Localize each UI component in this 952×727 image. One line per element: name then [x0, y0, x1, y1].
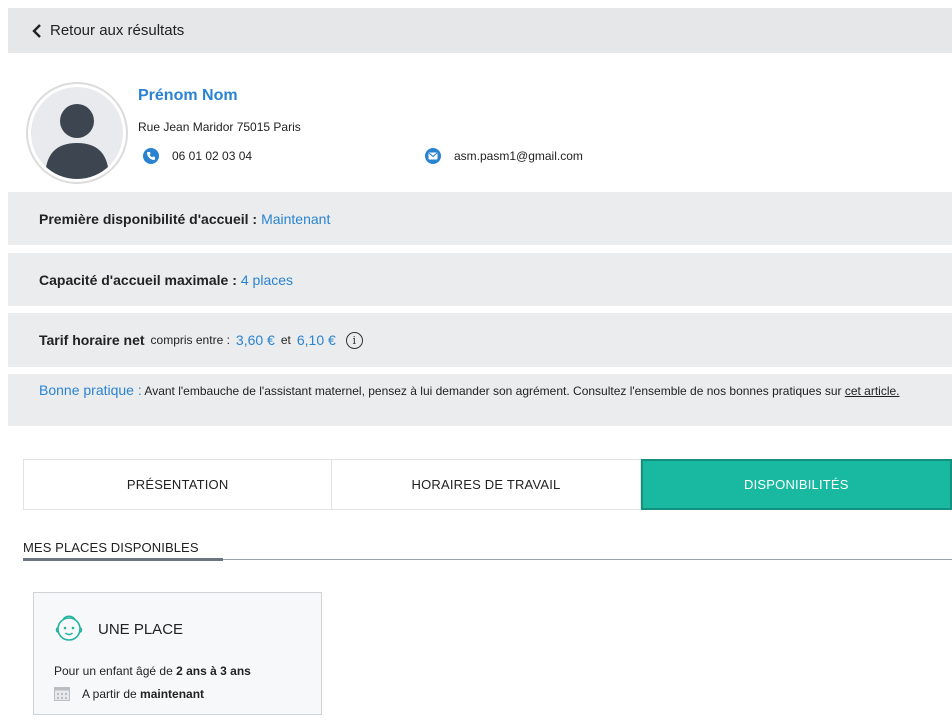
place-title: UNE PLACE: [98, 621, 184, 638]
baby-icon: [52, 611, 86, 648]
rate-row: Tarif horaire net compris entre : 3,60 €…: [8, 313, 952, 367]
date-prefix: A partir de: [82, 686, 137, 701]
chevron-left-icon[interactable]: [22, 23, 52, 38]
back-link[interactable]: Retour aux résultats: [50, 22, 184, 39]
age-value: 2 ans à 3 ans: [176, 664, 251, 678]
rate-label: Tarif horaire net: [39, 332, 145, 348]
age-prefix: Pour un enfant âgé de: [54, 664, 173, 678]
rate-between: compris entre :: [150, 333, 230, 347]
rate-and: et: [280, 333, 291, 347]
good-practice-title: Bonne pratique :: [39, 382, 142, 398]
section-title: MES PLACES DISPONIBLES: [23, 540, 199, 555]
capacity-label: Capacité d'accueil maximale :: [39, 271, 237, 288]
good-practice-row: Bonne pratique : Avant l'embauche de l'a…: [8, 374, 952, 426]
article-link[interactable]: cet article.: [845, 384, 900, 398]
email-address[interactable]: asm.pasm1@gmail.com: [454, 149, 583, 163]
calendar-icon: [54, 686, 70, 701]
good-practice-text: Bonne pratique : Avant l'embauche de l'a…: [39, 381, 900, 400]
date-value: maintenant: [140, 686, 205, 701]
profile-page: Retour aux résultats Prénom Nom Rue Jean…: [0, 0, 952, 727]
section-underline: [23, 558, 223, 561]
phone-number[interactable]: 06 01 02 03 04: [172, 149, 252, 163]
info-icon[interactable]: i: [345, 331, 363, 349]
rate-min: 3,60 €: [235, 332, 275, 348]
profile-address: Rue Jean Maridor 75015 Paris: [138, 120, 301, 134]
rate-max: 6,10 €: [296, 332, 336, 348]
availability-label: Première disponibilité d'accueil :: [39, 210, 258, 227]
phone-row[interactable]: 06 01 02 03 04: [143, 148, 252, 164]
tab-availabilities[interactable]: DISPONIBILITÉS: [640, 459, 952, 510]
place-card-header: UNE PLACE: [52, 611, 183, 648]
back-bar[interactable]: Retour aux résultats: [8, 8, 952, 53]
tab-presentation[interactable]: PRÉSENTATION: [24, 460, 333, 509]
tab-work-hours[interactable]: HORAIRES DE TRAVAIL: [332, 460, 641, 509]
capacity-row: Capacité d'accueil maximale : 4 places: [8, 253, 952, 306]
phone-icon: [143, 148, 159, 164]
profile-tabs: PRÉSENTATION HORAIRES DE TRAVAIL DISPONI…: [23, 459, 952, 510]
email-row[interactable]: asm.pasm1@gmail.com: [425, 148, 583, 164]
profile-name: Prénom Nom: [138, 87, 238, 104]
availability-row: Première disponibilité d'accueil : Maint…: [8, 192, 952, 245]
place-date: A partir de maintenant: [54, 686, 204, 701]
availability-value: Maintenant: [261, 210, 331, 227]
avatar: [26, 82, 128, 184]
place-card: UNE PLACE Pour un enfant âgé de 2 ans à …: [33, 592, 322, 715]
capacity-value: 4 places: [240, 271, 294, 288]
mail-icon: [425, 148, 441, 164]
good-practice-body: Avant l'embauche de l'assistant maternel…: [144, 384, 842, 398]
user-silhouette-icon: [31, 87, 123, 179]
place-age: Pour un enfant âgé de 2 ans à 3 ans: [54, 664, 251, 678]
